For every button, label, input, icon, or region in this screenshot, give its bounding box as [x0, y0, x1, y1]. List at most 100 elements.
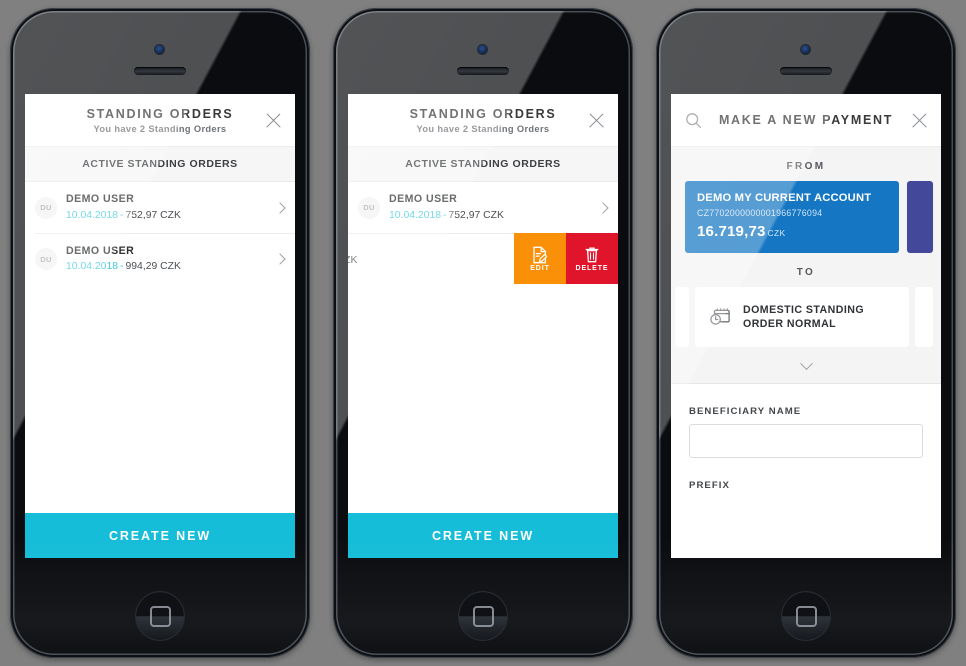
mockup-stage: STANDING ORDERS You have 2 Standing Orde… [0, 0, 966, 666]
account-number: CZ7702000000001966776094 [697, 208, 823, 219]
row-amount: 752,97 CZK [448, 209, 504, 221]
to-type-carousel[interactable]: DOMESTIC STANDING ORDER NORMAL [671, 287, 941, 348]
calendar-clock-icon [709, 307, 731, 327]
table-row[interactable]: DU DEMO USER 10.04.2018-752,97 CZK [348, 182, 618, 233]
section-header-active-orders: ACTIVE STANDING ORDERS [348, 147, 618, 182]
page-title: STANDING ORDERS [86, 106, 234, 121]
account-card-selected[interactable]: DEMO MY CURRENT ACCOUNT CZ77020000000019… [685, 181, 899, 254]
row-amount: 752,97 CZK [125, 209, 181, 221]
section-header-label: ACTIVE STANDING ORDERS [82, 158, 238, 170]
standing-orders-list: DU DEMO USER 10.04.2018-752,97 CZK [25, 182, 295, 284]
row-title: DEMO USER [389, 193, 458, 206]
swipe-action-bar: EDIT DELETE [514, 233, 618, 284]
to-card-next-peek[interactable] [915, 287, 933, 348]
earpiece-speaker [780, 67, 832, 75]
avatar: DU [358, 196, 380, 219]
row-title: DEMO USER [66, 193, 135, 206]
create-new-button[interactable]: CREATE NEW [25, 513, 295, 558]
beneficiary-name-label: BENEFICIARY NAME [689, 406, 802, 418]
row-text: DEMO USER 10.04.2018-994,29 CZK [66, 245, 265, 273]
page-subtitle: You have 2 Standing Orders [416, 123, 550, 134]
payment-form-body: FROM DEMO MY CURRENT ACCOUNT CZ770200000… [671, 147, 941, 384]
section-header-active-orders: ACTIVE STANDING ORDERS [25, 147, 295, 182]
row-date: 10.04.2018 [66, 261, 119, 273]
chevron-right-icon[interactable] [265, 253, 295, 265]
account-name: DEMO MY CURRENT ACCOUNT [697, 192, 872, 204]
phone-device-3: MAKE A NEW PAYMENT FROM DEMO MY CURRENT … [656, 8, 956, 658]
phone-device-2: STANDING ORDERS You have 2 Standing Orde… [333, 8, 633, 658]
balance-amount: 16.719,73 [697, 223, 766, 241]
screen-1: STANDING ORDERS You have 2 Standing Orde… [25, 94, 295, 558]
row-content: DU DEMO USER 10.04.2018-752,97 CZK [358, 182, 618, 233]
chevron-right-icon[interactable] [588, 201, 618, 214]
search-button[interactable] [673, 94, 713, 146]
expand-more-button[interactable] [671, 347, 941, 381]
close-button[interactable] [576, 94, 616, 146]
account-balance: 16.719,73 CZK [697, 223, 887, 240]
close-button[interactable] [899, 94, 939, 146]
create-new-label: CREATE NEW [108, 528, 212, 543]
to-card-prev-peek[interactable] [675, 287, 689, 348]
edit-button[interactable]: EDIT [514, 233, 566, 284]
home-button[interactable] [458, 591, 508, 641]
payment-fields: BENEFICIARY NAME PREFIX [671, 383, 941, 492]
search-icon [685, 112, 701, 128]
app-header-1: STANDING ORDERS You have 2 Standing Orde… [25, 94, 295, 147]
page-subtitle: You have 2 Standing Orders [93, 123, 227, 134]
create-new-button[interactable]: CREATE NEW [348, 513, 618, 558]
edit-label: EDIT [530, 264, 550, 272]
delete-button[interactable]: DELETE [566, 233, 618, 284]
phone-body-3: MAKE A NEW PAYMENT FROM DEMO MY CURRENT … [659, 11, 953, 655]
beneficiary-name-input[interactable] [689, 424, 923, 459]
edit-document-icon [533, 246, 548, 263]
avatar: DU [35, 196, 57, 219]
table-row[interactable]: DU DEMO USER 10.04.2018-994,29 CZK [25, 233, 295, 284]
row-meta: 10.04.2018-752,97 CZK [389, 209, 588, 222]
balance-currency: CZK [767, 228, 786, 239]
row-amount: 994,29 CZK [348, 254, 358, 266]
row-date: 10.04.2018 [66, 209, 119, 221]
close-icon [910, 111, 929, 130]
delete-label: DELETE [575, 264, 609, 272]
front-camera-icon [800, 44, 811, 55]
chevron-right-icon[interactable] [265, 201, 295, 214]
earpiece-speaker [457, 67, 509, 75]
row-text: DEMO USER 10.04.2018-752,97 CZK [66, 193, 265, 221]
home-button[interactable] [135, 591, 185, 641]
app-header-2: STANDING ORDERS You have 2 Standing Orde… [348, 94, 618, 147]
trash-icon [585, 246, 599, 262]
row-text: DEMO USER 10.04.2018-752,97 CZK [389, 193, 588, 221]
row-amount: 994,29 CZK [125, 261, 181, 273]
screen-3: MAKE A NEW PAYMENT FROM DEMO MY CURRENT … [671, 94, 941, 558]
to-card-title: DOMESTIC STANDING ORDER NORMAL [743, 304, 865, 331]
from-section-label: FROM [786, 161, 826, 172]
close-icon [264, 111, 283, 130]
row-content: DU DEMO USER 10.04.2018-994,29 CZK [35, 233, 295, 284]
close-button[interactable] [253, 94, 293, 146]
to-section-label: TO [796, 267, 816, 279]
front-camera-icon [477, 44, 488, 55]
create-new-label: CREATE NEW [431, 528, 535, 543]
standing-orders-list: DU DEMO USER 10.04.2018-752,97 CZK [348, 182, 618, 284]
page-title: MAKE A NEW PAYMENT [718, 113, 894, 127]
page-title: STANDING ORDERS [409, 106, 557, 121]
chevron-down-icon [799, 357, 813, 370]
app-header-3: MAKE A NEW PAYMENT [671, 94, 941, 147]
phone-device-1: STANDING ORDERS You have 2 Standing Orde… [10, 8, 310, 658]
row-text: 994,29 CZK [348, 252, 532, 267]
row-meta: 10.04.2018-994,29 CZK [66, 260, 265, 273]
table-row[interactable]: DU DEMO USER 10.04.2018-752,97 CZK [25, 182, 295, 233]
avatar: DU [35, 248, 57, 270]
screen-2: STANDING ORDERS You have 2 Standing Orde… [348, 94, 618, 558]
home-button[interactable] [781, 591, 831, 641]
row-meta: 10.04.2018-752,97 CZK [66, 209, 265, 222]
table-row-swiped[interactable]: 994,29 CZK [348, 233, 618, 284]
phone-body-2: STANDING ORDERS You have 2 Standing Orde… [336, 11, 630, 655]
to-card-selected[interactable]: DOMESTIC STANDING ORDER NORMAL [695, 287, 909, 348]
earpiece-speaker [134, 67, 186, 75]
account-card-next-peek[interactable] [907, 181, 933, 254]
prefix-label: PREFIX [689, 480, 730, 492]
row-date: 10.04.2018 [389, 209, 442, 221]
front-camera-icon [154, 44, 165, 55]
from-account-carousel[interactable]: DEMO MY CURRENT ACCOUNT CZ77020000000019… [671, 181, 941, 254]
